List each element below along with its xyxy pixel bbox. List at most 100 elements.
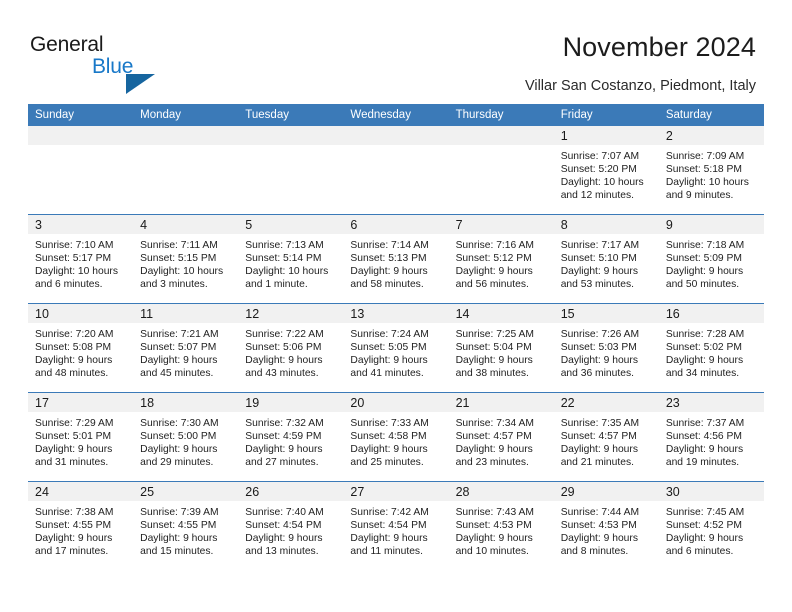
- day-cell-inner: 7 Sunrise: 7:16 AM Sunset: 5:12 PM Daylight…: [448, 215, 554, 303]
- calendar-day-cell[interactable]: 15 Sunrise: 7:26 AM Sunset: 5:03 PM Dayligh…: [553, 303, 659, 393]
- day-cell-inner: 9 Sunrise: 7:18 AM Sunset: 5:09 PM Daylight…: [658, 215, 764, 303]
- calendar-day-cell[interactable]: 25 Sunrise: 7:39 AM Sunset: 4:55 PM Dayligh…: [133, 481, 239, 570]
- sunrise-text: Sunrise: 7:20 AM: [35, 329, 114, 340]
- calendar-body: 1 Sunrise: 7:07 AM Sunset: 5:20 PM Daylight…: [28, 126, 764, 570]
- calendar-day-cell[interactable]: 5 Sunrise: 7:13 AM Sunset: 5:14 PM Daylight…: [238, 214, 344, 304]
- sunrise-text: Sunrise: 7:44 AM: [560, 507, 640, 518]
- day-number: 14: [448, 304, 554, 323]
- day-number: 8: [553, 215, 659, 234]
- weekday-header-wednesday: Wednesday: [343, 104, 449, 126]
- day-details: Sunrise: 7:24 AM Sunset: 5:05 PM Daylight:…: [343, 323, 448, 380]
- calendar-day-cell[interactable]: 12 Sunrise: 7:22 AM Sunset: 5:06 PM Dayligh…: [238, 303, 344, 393]
- daylight-text: Daylight: 9 hours and 43 minutes.: [245, 355, 323, 380]
- calendar-day-cell[interactable]: 24 Sunrise: 7:38 AM Sunset: 4:55 PM Dayligh…: [28, 481, 134, 570]
- day-details: Sunrise: 7:30 AM Sunset: 5:00 PM Daylight:…: [133, 412, 238, 469]
- day-details: Sunrise: 7:10 AM Sunset: 5:17 PM Daylight:…: [28, 234, 133, 291]
- day-cell-inner: 17 Sunrise: 7:29 AM Sunset: 5:01 PM Dayligh…: [28, 393, 134, 481]
- sunrise-text: Sunrise: 7:17 AM: [560, 240, 640, 251]
- day-cell-inner: 20 Sunrise: 7:33 AM Sunset: 4:58 PM Dayligh…: [343, 393, 449, 481]
- calendar-day-cell[interactable]: 1 Sunrise: 7:07 AM Sunset: 5:20 PM Daylight…: [553, 126, 659, 215]
- sunrise-text: Sunrise: 7:34 AM: [455, 418, 534, 429]
- day-cell-inner: 26 Sunrise: 7:40 AM Sunset: 4:54 PM Dayligh…: [238, 482, 344, 570]
- sunset-text: Sunset: 5:09 PM: [665, 253, 742, 265]
- day-cell-inner: 10 Sunrise: 7:20 AM Sunset: 5:08 PM Dayligh…: [28, 304, 134, 392]
- sunrise-text: Sunrise: 7:24 AM: [350, 329, 429, 340]
- day-number: [238, 126, 344, 145]
- calendar-day-cell[interactable]: 26 Sunrise: 7:40 AM Sunset: 4:54 PM Dayligh…: [238, 481, 344, 570]
- calendar-day-cell[interactable]: 6 Sunrise: 7:14 AM Sunset: 5:13 PM Daylight…: [343, 214, 449, 304]
- calendar-day-cell[interactable]: 27 Sunrise: 7:42 AM Sunset: 4:54 PM Dayligh…: [343, 481, 449, 570]
- calendar-page: General Blue November 2024 Villar San Co…: [0, 0, 792, 612]
- sunrise-text: Sunrise: 7:10 AM: [35, 240, 114, 251]
- daylight-text: Daylight: 9 hours and 41 minutes.: [350, 355, 428, 380]
- day-number: [133, 126, 239, 145]
- day-cell-inner: [133, 126, 239, 214]
- day-cell-inner: [343, 126, 449, 214]
- sunset-text: Sunset: 5:03 PM: [560, 342, 637, 354]
- day-number: 24: [28, 482, 134, 501]
- day-details: Sunrise: 7:14 AM Sunset: 5:13 PM Daylight:…: [343, 234, 448, 291]
- day-details: Sunrise: 7:22 AM Sunset: 5:06 PM Daylight:…: [238, 323, 343, 380]
- sunset-text: Sunset: 5:00 PM: [140, 431, 217, 443]
- sunrise-text: Sunrise: 7:28 AM: [665, 329, 745, 340]
- calendar-day-cell[interactable]: 4 Sunrise: 7:11 AM Sunset: 5:15 PM Daylight…: [133, 214, 239, 304]
- calendar-day-cell[interactable]: 23 Sunrise: 7:37 AM Sunset: 4:56 PM Dayligh…: [658, 392, 764, 482]
- calendar-day-cell[interactable]: 11 Sunrise: 7:21 AM Sunset: 5:07 PM Dayligh…: [133, 303, 239, 393]
- calendar-day-cell[interactable]: 20 Sunrise: 7:33 AM Sunset: 4:58 PM Dayligh…: [343, 392, 449, 482]
- daylight-text: Daylight: 9 hours and 31 minutes.: [35, 444, 113, 469]
- day-details: Sunrise: 7:42 AM Sunset: 4:54 PM Daylight:…: [343, 501, 448, 558]
- day-cell-inner: [28, 126, 134, 214]
- day-details: Sunrise: 7:45 AM Sunset: 4:52 PM Daylight:…: [659, 501, 764, 558]
- calendar-day-cell[interactable]: 28 Sunrise: 7:43 AM Sunset: 4:53 PM Dayligh…: [448, 481, 554, 570]
- brand-name-primary: General: [30, 33, 104, 56]
- calendar-day-cell[interactable]: 7 Sunrise: 7:16 AM Sunset: 5:12 PM Daylight…: [448, 214, 554, 304]
- sunset-text: Sunset: 4:54 PM: [245, 520, 322, 532]
- sunrise-text: Sunrise: 7:11 AM: [140, 240, 218, 251]
- calendar-day-cell[interactable]: 13 Sunrise: 7:24 AM Sunset: 5:05 PM Dayligh…: [343, 303, 449, 393]
- sunrise-text: Sunrise: 7:14 AM: [350, 240, 429, 251]
- calendar-day-cell[interactable]: 16 Sunrise: 7:28 AM Sunset: 5:02 PM Dayligh…: [658, 303, 764, 393]
- daylight-text: Daylight: 9 hours and 53 minutes.: [560, 266, 638, 291]
- daylight-text: Daylight: 10 hours and 9 minutes.: [665, 177, 749, 202]
- daylight-text: Daylight: 10 hours and 1 minute.: [245, 266, 329, 291]
- day-details: Sunrise: 7:43 AM Sunset: 4:53 PM Daylight:…: [449, 501, 554, 558]
- day-cell-inner: 4 Sunrise: 7:11 AM Sunset: 5:15 PM Daylight…: [133, 215, 239, 303]
- day-details: Sunrise: 7:26 AM Sunset: 5:03 PM Daylight:…: [554, 323, 659, 380]
- day-cell-inner: 18 Sunrise: 7:30 AM Sunset: 5:00 PM Dayligh…: [133, 393, 239, 481]
- day-number: [448, 126, 554, 145]
- day-number: 2: [658, 126, 764, 145]
- calendar-day-cell[interactable]: 17 Sunrise: 7:29 AM Sunset: 5:01 PM Dayligh…: [28, 392, 134, 482]
- calendar-day-cell[interactable]: 22 Sunrise: 7:35 AM Sunset: 4:57 PM Dayligh…: [553, 392, 659, 482]
- weekday-header-thursday: Thursday: [448, 104, 554, 126]
- sunset-text: Sunset: 4:57 PM: [455, 431, 532, 443]
- calendar-day-cell[interactable]: 3 Sunrise: 7:10 AM Sunset: 5:17 PM Daylight…: [28, 214, 134, 304]
- day-number: 10: [28, 304, 134, 323]
- calendar-day-cell[interactable]: 14 Sunrise: 7:25 AM Sunset: 5:04 PM Dayligh…: [448, 303, 554, 393]
- calendar-table: Sunday Monday Tuesday Wednesday Thursday…: [28, 104, 764, 570]
- calendar-day-cell[interactable]: 21 Sunrise: 7:34 AM Sunset: 4:57 PM Dayligh…: [448, 392, 554, 482]
- calendar-day-cell[interactable]: 9 Sunrise: 7:18 AM Sunset: 5:09 PM Daylight…: [658, 214, 764, 304]
- calendar-day-cell[interactable]: 30 Sunrise: 7:45 AM Sunset: 4:52 PM Dayligh…: [658, 481, 764, 570]
- calendar-day-cell[interactable]: 2 Sunrise: 7:09 AM Sunset: 5:18 PM Daylight…: [658, 126, 764, 215]
- day-number: 11: [133, 304, 239, 323]
- daylight-text: Daylight: 9 hours and 19 minutes.: [665, 444, 744, 469]
- day-number: 23: [658, 393, 764, 412]
- day-number: 20: [343, 393, 449, 412]
- daylight-text: Daylight: 9 hours and 45 minutes.: [140, 355, 218, 380]
- daylight-text: Daylight: 9 hours and 23 minutes.: [455, 444, 533, 469]
- calendar-day-cell[interactable]: 10 Sunrise: 7:20 AM Sunset: 5:08 PM Dayligh…: [28, 303, 134, 393]
- sunset-text: Sunset: 5:01 PM: [35, 431, 112, 443]
- daylight-text: Daylight: 10 hours and 12 minutes.: [560, 177, 644, 202]
- calendar-day-cell[interactable]: 18 Sunrise: 7:30 AM Sunset: 5:00 PM Dayligh…: [133, 392, 239, 482]
- calendar-day-cell[interactable]: 29 Sunrise: 7:44 AM Sunset: 4:53 PM Dayligh…: [553, 481, 659, 570]
- sunrise-text: Sunrise: 7:43 AM: [455, 507, 534, 518]
- calendar-day-cell[interactable]: 8 Sunrise: 7:17 AM Sunset: 5:10 PM Daylight…: [553, 214, 659, 304]
- daylight-text: Daylight: 9 hours and 17 minutes.: [35, 533, 113, 558]
- sunrise-text: Sunrise: 7:07 AM: [560, 151, 640, 162]
- calendar-week-row: 1 Sunrise: 7:07 AM Sunset: 5:20 PM Daylight…: [28, 126, 764, 215]
- sunset-text: Sunset: 4:55 PM: [35, 520, 112, 532]
- calendar-day-cell[interactable]: 19 Sunrise: 7:32 AM Sunset: 4:59 PM Dayligh…: [238, 392, 344, 482]
- brand-name-secondary: Blue: [92, 55, 134, 78]
- sunrise-text: Sunrise: 7:45 AM: [665, 507, 745, 518]
- sunset-text: Sunset: 5:04 PM: [455, 342, 532, 354]
